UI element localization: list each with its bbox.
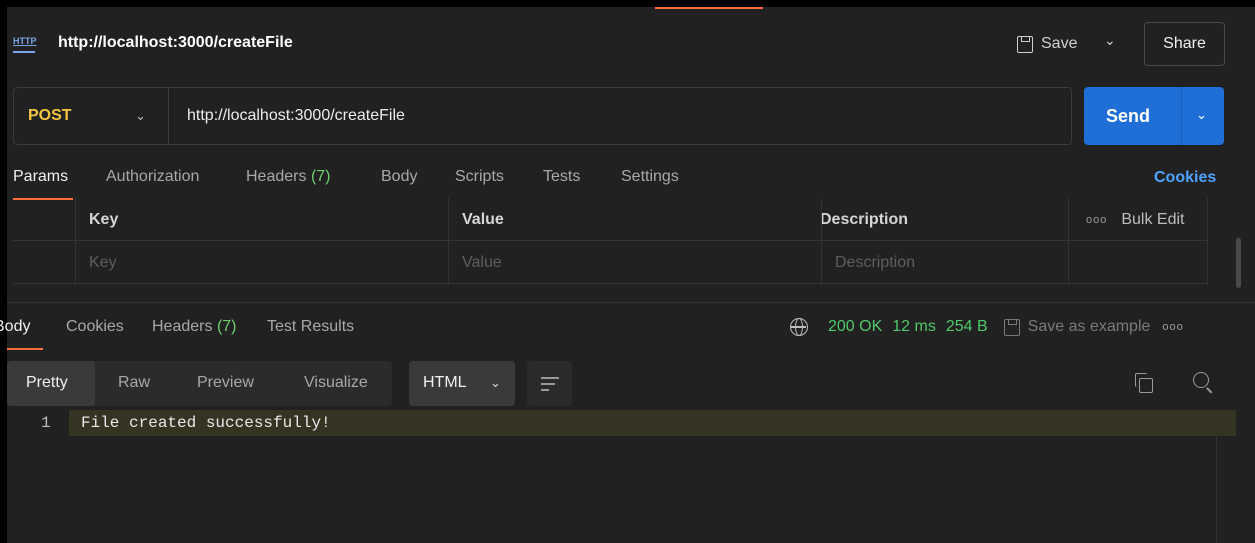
cookies-link[interactable]: Cookies bbox=[1154, 169, 1216, 187]
tab-headers[interactable]: Headers (7) bbox=[246, 168, 331, 186]
description-input[interactable]: Description bbox=[835, 254, 915, 272]
tab-headers-label: Headers bbox=[246, 168, 307, 185]
http-icon: HTTP bbox=[13, 35, 37, 53]
view-visualize[interactable]: Visualize bbox=[304, 374, 368, 392]
key-column-header: Key bbox=[89, 211, 119, 228]
editor-scroll-track bbox=[1216, 436, 1217, 543]
save-options-chevron-icon[interactable]: ⌄ bbox=[1104, 32, 1116, 49]
more-options-icon[interactable]: ooo bbox=[1162, 321, 1183, 333]
send-divider bbox=[1181, 87, 1182, 145]
description-column-header: Description bbox=[820, 211, 909, 228]
table-row: Key Value Description bbox=[13, 241, 1208, 284]
table-header-row: Key Value Description ooo Bulk Edit bbox=[13, 198, 1208, 241]
tab-response-body[interactable]: Body bbox=[0, 318, 30, 336]
key-input[interactable]: Key bbox=[89, 254, 117, 272]
postman-window: HTTP http://localhost:3000/createFile Sa… bbox=[0, 0, 1255, 543]
view-pretty[interactable]: Pretty bbox=[26, 374, 68, 392]
tab-body[interactable]: Body bbox=[381, 168, 417, 186]
save-button[interactable]: Save bbox=[1017, 28, 1077, 60]
tab-response-headers-label: Headers bbox=[152, 318, 213, 335]
save-as-example-button[interactable]: Save as example bbox=[1003, 318, 1151, 336]
response-body-text[interactable]: File created successfully! bbox=[81, 414, 331, 432]
response-time[interactable]: 12 ms bbox=[892, 318, 936, 336]
column-divider bbox=[1207, 198, 1208, 286]
column-divider bbox=[75, 198, 76, 286]
params-scrollbar[interactable] bbox=[1236, 238, 1241, 288]
tab-test-results[interactable]: Test Results bbox=[267, 318, 354, 336]
view-preview[interactable]: Preview bbox=[197, 374, 254, 392]
request-title[interactable]: http://localhost:3000/createFile bbox=[58, 34, 293, 52]
tab-response-headers-count: (7) bbox=[216, 318, 237, 335]
tab-response-cookies[interactable]: Cookies bbox=[66, 318, 124, 336]
response-size[interactable]: 254 B bbox=[946, 318, 988, 336]
params-table: Key Value Description ooo Bulk Edit Key V… bbox=[13, 198, 1208, 288]
send-options-chevron-icon[interactable]: ⌄ bbox=[1196, 107, 1207, 123]
tab-settings[interactable]: Settings bbox=[621, 168, 679, 186]
bulk-edit-button[interactable]: ooo Bulk Edit bbox=[1086, 211, 1185, 229]
url-divider bbox=[168, 88, 169, 144]
send-button[interactable]: Send ⌄ bbox=[1084, 87, 1224, 145]
status-code[interactable]: 200 OK bbox=[828, 318, 882, 336]
chevron-down-icon: ⌄ bbox=[490, 375, 501, 390]
tab-headers-count: (7) bbox=[310, 168, 331, 185]
save-as-example-label: Save as example bbox=[1027, 318, 1151, 335]
column-divider bbox=[448, 198, 449, 286]
wrap-lines-button[interactable] bbox=[527, 361, 572, 406]
wrap-lines-icon bbox=[541, 374, 559, 392]
method-chevron-icon[interactable]: ⌄ bbox=[135, 108, 146, 124]
value-input[interactable]: Value bbox=[462, 254, 502, 272]
tab-response-headers[interactable]: Headers (7) bbox=[152, 318, 237, 336]
column-divider bbox=[821, 198, 822, 286]
tab-tests[interactable]: Tests bbox=[543, 168, 580, 186]
save-icon bbox=[1017, 35, 1033, 53]
copy-icon[interactable] bbox=[1135, 373, 1153, 393]
pane-divider[interactable] bbox=[7, 302, 1255, 303]
value-column-header: Value bbox=[462, 211, 504, 228]
request-header: HTTP http://localhost:3000/createFile Sa… bbox=[7, 20, 1247, 66]
language-label: HTML bbox=[423, 374, 467, 391]
save-icon bbox=[1003, 318, 1020, 336]
tab-authorization[interactable]: Authorization bbox=[106, 168, 199, 186]
view-raw[interactable]: Raw bbox=[118, 374, 150, 392]
more-options-icon[interactable]: ooo bbox=[1086, 214, 1107, 226]
share-button[interactable]: Share bbox=[1144, 22, 1225, 66]
tab-response-body-underline bbox=[7, 348, 43, 350]
globe-icon[interactable] bbox=[790, 318, 808, 336]
column-divider bbox=[1068, 198, 1069, 286]
url-input[interactable]: http://localhost:3000/createFile bbox=[187, 107, 405, 125]
method-select[interactable]: POST bbox=[28, 107, 72, 125]
save-label: Save bbox=[1041, 35, 1078, 52]
language-select[interactable]: HTML ⌄ bbox=[409, 361, 515, 406]
response-status-bar: 200 OK 12 ms 254 B Save as example ooo bbox=[790, 315, 1184, 339]
active-tab-indicator bbox=[655, 7, 763, 9]
line-number: 1 bbox=[41, 414, 51, 432]
send-label: Send bbox=[1106, 106, 1151, 126]
left-edge bbox=[0, 0, 7, 543]
url-bar: POST ⌄ http://localhost:3000/createFile bbox=[13, 87, 1072, 145]
top-edge bbox=[0, 0, 1255, 7]
tab-scripts[interactable]: Scripts bbox=[455, 168, 504, 186]
search-icon[interactable] bbox=[1193, 372, 1213, 392]
tab-params[interactable]: Params bbox=[13, 168, 68, 186]
bulk-edit-label: Bulk Edit bbox=[1121, 211, 1185, 228]
